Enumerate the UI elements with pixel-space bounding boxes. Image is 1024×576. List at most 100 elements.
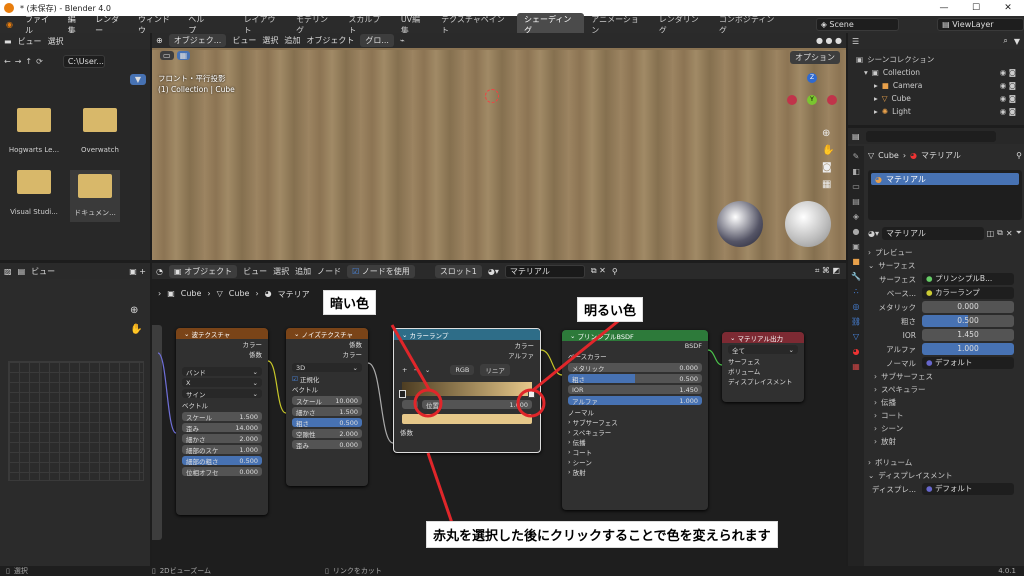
normal-field[interactable]: ● デフォルト — [922, 357, 1014, 369]
light-color-stop[interactable] — [528, 390, 535, 398]
search-icon[interactable]: ⌕ — [1003, 36, 1007, 46]
node-material-output[interactable]: ⌄ マテリアル出力 全て ⌄ サーフェス ボリューム ディスプレイスメント — [722, 332, 804, 402]
object-mode-dropdown[interactable]: ▣ オブジェクト — [168, 264, 238, 278]
tree-scene-collection[interactable]: ▣ シーンコレクション — [856, 53, 1016, 66]
node-principled-bsdf[interactable]: ⌄ プリンシプルBSDF BSDF ベースカラー メタリック 0.000 粗さ 0.… — [562, 330, 708, 510]
zoom-icon[interactable]: ⊕ — [130, 305, 142, 316]
slot-dropdown[interactable]: スロット1 — [434, 264, 482, 278]
world-tab-icon[interactable]: ● — [853, 227, 860, 236]
collapse-icon[interactable]: ⌄ — [402, 331, 410, 339]
panel-specular[interactable]: › スペキュラー — [562, 427, 708, 437]
editor-type-icon[interactable]: ◔ — [156, 267, 163, 276]
material-browse-icon[interactable]: ◕▾ — [488, 267, 499, 276]
subsection-coat[interactable]: › コート — [874, 409, 1022, 422]
blender-menu-icon[interactable]: ◉ — [0, 20, 19, 29]
collapse-icon[interactable]: ⌄ — [570, 332, 578, 340]
collection-tab-icon[interactable]: ▣ — [852, 242, 860, 251]
eye-icon[interactable]: ◉ ◙ — [1000, 94, 1016, 103]
section-surface[interactable]: ⌄ サーフェス — [868, 259, 1022, 272]
remove-stop-icon[interactable]: − — [413, 366, 418, 374]
material-name-field[interactable]: マテリアル — [504, 264, 585, 278]
minimize-button[interactable]: — — [928, 0, 960, 16]
color-mode-dropdown[interactable]: RGB — [450, 365, 475, 375]
editor-type-icon[interactable]: ⊕ — [156, 36, 163, 45]
folder-item[interactable]: Visual Studi... — [4, 170, 64, 222]
menu-add[interactable]: 追加 — [295, 266, 311, 277]
select-mode-icon[interactable]: ▦ — [176, 51, 191, 60]
section-displacement[interactable]: ⌄ ディスプレイスメント — [868, 469, 1022, 482]
direction-dropdown[interactable]: X ⌄ — [182, 378, 262, 387]
menu-select[interactable]: 選択 — [262, 35, 278, 46]
node-noise-texture[interactable]: ⌄ ノイズテクスチャ 係数 カラー 3D ⌄ ☑ 正規化 ベクトル スケール 10.… — [286, 328, 368, 486]
menu-view[interactable]: ビュー — [31, 266, 55, 277]
profile-dropdown[interactable]: サイン ⌄ — [182, 389, 262, 399]
subsection-transmission[interactable]: › 伝播 — [874, 396, 1022, 409]
eye-icon[interactable]: ◉ ◙ — [1000, 81, 1016, 90]
forward-arrow-icon[interactable]: → — [15, 57, 22, 66]
position-field[interactable]: 位置 1.000 — [422, 400, 532, 410]
back-arrow-icon[interactable]: ← — [4, 57, 11, 66]
material-name-field[interactable]: マテリアル — [882, 226, 984, 240]
noise-field[interactable]: 粗さ 0.500 — [292, 418, 362, 428]
new-image-icon[interactable]: ▣ + — [129, 267, 146, 276]
eye-icon[interactable]: ◉ ◙ — [1000, 107, 1016, 116]
object-tab-icon[interactable]: ■ — [852, 257, 860, 266]
output-tab-icon[interactable]: ▭ — [852, 182, 860, 191]
path-field[interactable]: C:\User... — [62, 55, 105, 68]
chevron-down-icon[interactable]: ⌄ — [425, 366, 430, 374]
panel-sheen[interactable]: › シーン — [562, 457, 708, 467]
material-slot-list[interactable]: ◕ マテリアル — [868, 170, 1022, 220]
collapse-icon[interactable]: ⌄ — [730, 334, 738, 342]
camera-view-icon[interactable]: ◙ — [822, 162, 834, 173]
material-tab-icon[interactable]: ◕ — [853, 347, 860, 356]
duplicate-icon[interactable]: ⧉ — [997, 228, 1003, 238]
wave-field[interactable]: 細かさ 2.000 — [182, 434, 262, 444]
menu-node[interactable]: ノード — [317, 266, 341, 277]
subsection-emission[interactable]: › 放射 — [874, 435, 1022, 448]
view-layer-tab-icon[interactable]: ▤ — [852, 197, 860, 206]
tool-tab-icon[interactable]: ✎ — [853, 152, 860, 161]
noise-field[interactable]: スケール 10.000 — [292, 396, 362, 406]
subsection-sheen[interactable]: › シーン — [874, 422, 1022, 435]
tree-item-cube[interactable]: ▸ ▽ Cube ◉ ◙ — [856, 92, 1016, 105]
subsection-subsurface[interactable]: › サブサーフェス — [874, 370, 1022, 383]
filter-icon[interactable]: ▼ — [129, 74, 146, 85]
fake-user-icon[interactable]: ◫ — [987, 229, 995, 238]
pin-icon[interactable]: ⚲ — [1016, 151, 1022, 160]
alpha-field[interactable]: 1.000 — [922, 343, 1014, 355]
noise-field[interactable]: 歪み 0.000 — [292, 440, 362, 450]
options-dropdown[interactable]: オプション — [790, 51, 840, 64]
wave-field[interactable]: 細部のスケ 1.000 — [182, 445, 262, 455]
roughness-field[interactable]: 0.500 — [922, 315, 1014, 327]
chevron-down-icon[interactable]: ▾ — [864, 68, 868, 77]
panel-coat[interactable]: › コート — [562, 447, 708, 457]
material-slot-item[interactable]: ◕ マテリアル — [871, 173, 1019, 185]
wave-field[interactable]: 歪み 14.000 — [182, 423, 262, 433]
texture-tab-icon[interactable]: ▦ — [852, 362, 860, 371]
shading-solid-icon[interactable]: ● ● ● — [816, 36, 842, 45]
search-input[interactable] — [865, 130, 996, 142]
collapse-icon[interactable]: ⌄ — [184, 330, 192, 338]
view-layer-selector[interactable]: ▤ ViewLayer — [937, 18, 1024, 31]
tree-collection[interactable]: ▾ ▣ Collection ◉ ◙ — [856, 66, 1016, 79]
maximize-button[interactable]: ☐ — [960, 0, 992, 16]
wave-field[interactable]: 位相オフセ 0.000 — [182, 467, 262, 477]
wave-field[interactable]: スケール 1.500 — [182, 412, 262, 422]
render-tab-icon[interactable]: ◧ — [852, 167, 860, 176]
bsdf-field[interactable]: アルファ 1.000 — [568, 396, 702, 406]
tree-item-camera[interactable]: ▸ ■ Camera ◉ ◙ — [856, 79, 1016, 92]
panel-transmission[interactable]: › 伝播 — [562, 437, 708, 447]
object-mode-dropdown[interactable]: オブジェク... — [168, 34, 227, 47]
grid-icon[interactable]: ▦ — [822, 179, 834, 190]
subsection-specular[interactable]: › スペキュラー — [874, 383, 1022, 396]
snap-icon[interactable]: ⌗ ⌘ ◩ — [815, 266, 840, 275]
menu-object[interactable]: オブジェクト — [306, 35, 354, 46]
chevron-right-icon[interactable]: ▸ — [874, 107, 878, 116]
chevron-right-icon[interactable]: ▸ — [874, 81, 878, 90]
menu-view[interactable]: ビュー — [18, 36, 42, 47]
folder-item[interactable]: Hogwarts Le... — [4, 108, 64, 154]
metallic-field[interactable]: 0.000 — [922, 301, 1014, 313]
axis-x-icon[interactable] — [827, 95, 837, 105]
folder-icon[interactable]: ▬ — [4, 37, 12, 46]
dark-color-stop[interactable] — [399, 390, 406, 398]
